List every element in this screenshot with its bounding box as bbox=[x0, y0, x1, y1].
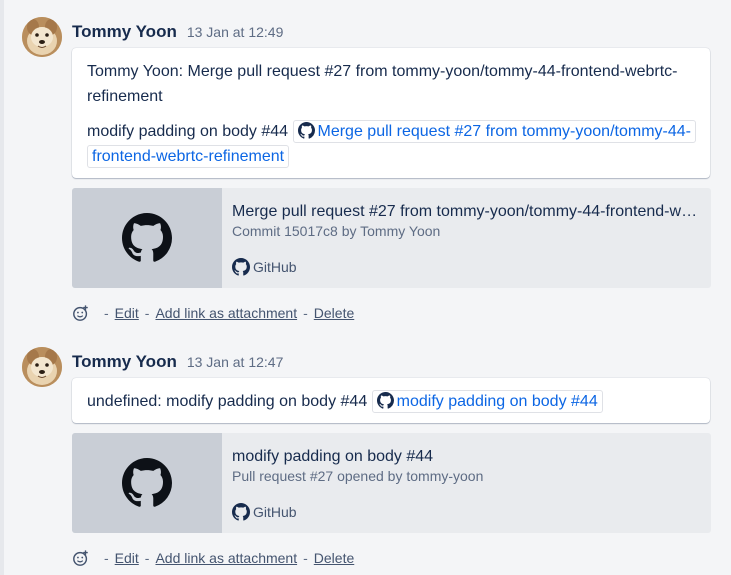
github-icon bbox=[122, 458, 172, 508]
comment-text: undefined: modify padding on body #44 mo… bbox=[87, 389, 694, 414]
attachment-source-label: GitHub bbox=[253, 504, 297, 520]
comment-body: undefined: modify padding on body #44 mo… bbox=[72, 378, 710, 423]
github-icon bbox=[232, 503, 250, 521]
github-icon bbox=[377, 392, 394, 409]
attachment-source: GitHub bbox=[232, 258, 297, 276]
author-name[interactable]: Tommy Yoon bbox=[72, 352, 177, 372]
separator: - bbox=[144, 550, 150, 566]
github-link-text[interactable]: modify padding on body #44 bbox=[397, 393, 598, 410]
comment-header: Tommy Yoon 13 Jan at 12:49 bbox=[72, 22, 283, 42]
comment-actions: - Edit - Add link as attachment - Delete bbox=[72, 549, 354, 567]
comment-text: Tommy Yoon: Merge pull request #27 from … bbox=[87, 63, 678, 105]
comment-timestamp[interactable]: 13 Jan at 12:49 bbox=[187, 24, 284, 40]
github-link-chip[interactable]: modify padding on body #44 bbox=[371, 390, 603, 413]
attachment-title[interactable]: modify padding on body #44 bbox=[232, 447, 701, 467]
left-edge-divider bbox=[0, 0, 4, 575]
comment-body: Tommy Yoon: Merge pull request #27 from … bbox=[72, 48, 710, 178]
github-icon bbox=[232, 258, 250, 276]
attachment-card[interactable]: Merge pull request #27 from tommy-yoon/t… bbox=[72, 188, 711, 288]
avatar[interactable] bbox=[22, 347, 62, 387]
delete-link[interactable]: Delete bbox=[314, 305, 354, 321]
author-name[interactable]: Tommy Yoon bbox=[72, 22, 177, 42]
add-link-as-attachment-link[interactable]: Add link as attachment bbox=[155, 305, 297, 321]
separator: - bbox=[104, 305, 109, 321]
attachment-info: modify padding on body #44 Pull request … bbox=[232, 447, 701, 485]
attachment-info: Merge pull request #27 from tommy-yoon/t… bbox=[232, 202, 701, 240]
separator: - bbox=[303, 550, 308, 566]
github-icon bbox=[122, 213, 172, 263]
separator: - bbox=[104, 550, 109, 566]
attachment-thumbnail[interactable] bbox=[72, 188, 222, 288]
comment-text-prefix: undefined: modify padding on body #44 bbox=[87, 393, 368, 410]
attachment-source-label: GitHub bbox=[253, 259, 297, 275]
attachment-subtitle: Commit 15017c8 by Tommy Yoon bbox=[232, 223, 441, 239]
add-reaction-icon[interactable] bbox=[72, 304, 90, 322]
separator: - bbox=[303, 305, 308, 321]
avatar[interactable] bbox=[22, 17, 62, 57]
attachment-subtitle: Pull request #27 opened by tommy-yoon bbox=[232, 468, 484, 484]
comment-text-prefix: modify padding on body #44 bbox=[87, 123, 289, 140]
delete-link[interactable]: Delete bbox=[314, 550, 354, 566]
comment-text-line2: modify padding on body #44 Merge pull re… bbox=[87, 119, 696, 169]
github-icon bbox=[298, 122, 315, 139]
attachment-card[interactable]: modify padding on body #44 Pull request … bbox=[72, 433, 711, 533]
edit-link[interactable]: Edit bbox=[115, 550, 139, 566]
add-reaction-icon[interactable] bbox=[72, 549, 90, 567]
attachment-thumbnail[interactable] bbox=[72, 433, 222, 533]
edit-link[interactable]: Edit bbox=[115, 305, 139, 321]
add-link-as-attachment-link[interactable]: Add link as attachment bbox=[155, 550, 297, 566]
comment-header: Tommy Yoon 13 Jan at 12:47 bbox=[72, 352, 283, 372]
comment-timestamp[interactable]: 13 Jan at 12:47 bbox=[187, 354, 284, 370]
attachment-title[interactable]: Merge pull request #27 from tommy-yoon/t… bbox=[232, 202, 701, 222]
attachment-source: GitHub bbox=[232, 503, 297, 521]
comment-actions: - Edit - Add link as attachment - Delete bbox=[72, 304, 354, 322]
separator: - bbox=[144, 305, 150, 321]
